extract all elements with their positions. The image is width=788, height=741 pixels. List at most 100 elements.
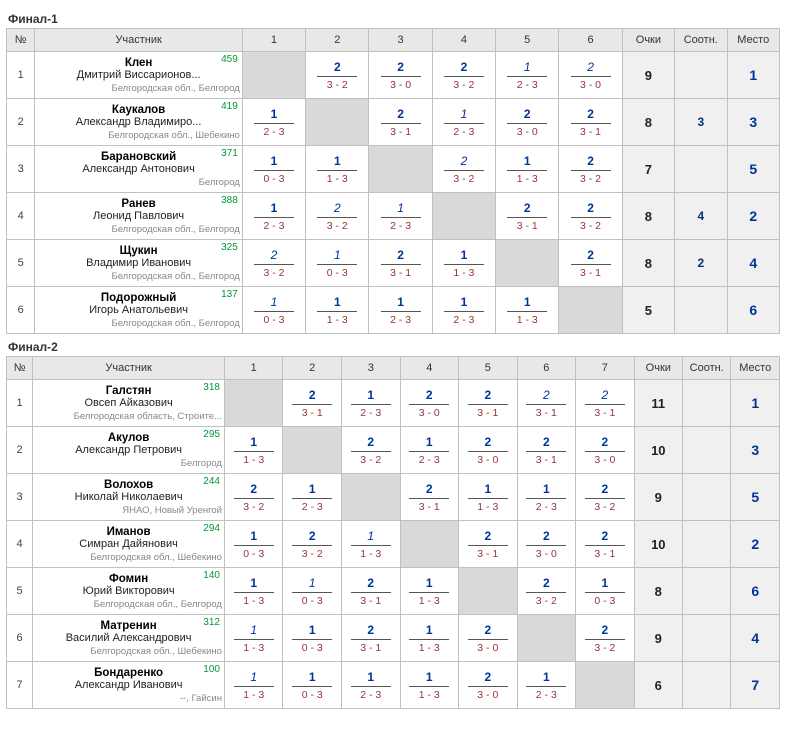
- result-cell: 23 - 1: [576, 521, 635, 568]
- ratio-cell: [683, 474, 731, 521]
- last-name: Щукин: [35, 245, 241, 257]
- result-score: 3 - 2: [342, 452, 400, 466]
- diagonal-cell: [459, 568, 518, 615]
- result-cell: 11 - 3: [342, 521, 401, 568]
- result-cell: 23 - 2: [224, 474, 283, 521]
- result-points: 1: [243, 107, 305, 123]
- diagonal-cell: [559, 287, 622, 334]
- result-points: 2: [518, 529, 576, 545]
- result-score: 3 - 0: [559, 77, 621, 91]
- place-cell: 5: [727, 146, 780, 193]
- result-cell: 11 - 3: [496, 146, 559, 193]
- location: Белгородская обл., Белгород: [35, 83, 241, 94]
- result-score: 1 - 3: [496, 312, 558, 326]
- result-score: 3 - 1: [401, 499, 459, 513]
- col-header-points: Очки: [622, 29, 674, 52]
- result-cell: 10 - 3: [283, 615, 342, 662]
- result-score: 3 - 1: [559, 124, 621, 138]
- table-row: 3244ВолоховНиколай НиколаевичЯНАО, Новый…: [7, 474, 780, 521]
- participant-cell: 318ГалстянОвсеп АйказовичБелгородская об…: [33, 380, 225, 427]
- result-cell: 10 - 3: [283, 568, 342, 615]
- row-number: 1: [7, 380, 33, 427]
- first-name: Дмитрий Виссарионов...: [35, 69, 241, 81]
- result-cell: 23 - 2: [432, 52, 495, 99]
- result-cell: 23 - 1: [459, 380, 518, 427]
- result-score: 3 - 1: [496, 218, 558, 232]
- result-points: 1: [306, 248, 368, 264]
- table-row: 2295АкуловАлександр ПетровичБелгород11 -…: [7, 427, 780, 474]
- diagonal-cell: [496, 240, 559, 287]
- location: Белгородская обл., Белгород: [35, 271, 241, 282]
- place-cell: 4: [731, 615, 780, 662]
- result-cell: 23 - 0: [496, 99, 559, 146]
- participant-cell: 244ВолоховНиколай НиколаевичЯНАО, Новый …: [33, 474, 225, 521]
- result-score: 3 - 0: [459, 687, 517, 701]
- result-points: 1: [576, 576, 634, 592]
- row-number: 3: [7, 146, 35, 193]
- result-points: 1: [459, 482, 517, 498]
- rating: 312: [203, 617, 220, 628]
- result-score: 3 - 1: [576, 405, 634, 419]
- result-points: 2: [559, 154, 621, 170]
- participant-cell: 459КленДмитрий Виссарионов...Белгородска…: [35, 52, 242, 99]
- ratio-cell: [675, 287, 727, 334]
- result-cell: 10 - 3: [242, 146, 305, 193]
- result-score: 3 - 2: [576, 499, 634, 513]
- ratio-cell: [683, 380, 731, 427]
- last-name: Акулов: [33, 432, 224, 444]
- result-points: 1: [496, 60, 558, 76]
- result-cell: 11 - 3: [224, 662, 283, 709]
- participant-cell: 388РаневЛеонид ПавловичБелгородская обл.…: [35, 193, 242, 240]
- result-cell: 11 - 3: [224, 615, 283, 662]
- result-cell: 23 - 2: [517, 568, 576, 615]
- result-points: 2: [369, 107, 431, 123]
- group-title: Финал-1: [8, 12, 782, 26]
- participant-cell: 419КаукаловАлександр Владимиро...Белгоро…: [35, 99, 242, 146]
- result-cell: 23 - 1: [369, 240, 432, 287]
- result-score: 2 - 3: [369, 218, 431, 232]
- result-points: 2: [401, 388, 459, 404]
- result-points: 1: [369, 295, 431, 311]
- result-cell: 10 - 3: [224, 521, 283, 568]
- result-score: 2 - 3: [518, 499, 576, 513]
- location: Белгородская обл., Белгород: [35, 224, 241, 235]
- first-name: Владимир Иванович: [35, 257, 241, 269]
- result-cell: 23 - 1: [342, 615, 401, 662]
- result-score: 1 - 3: [433, 265, 495, 279]
- result-points: 1: [225, 529, 283, 545]
- col-header-participant: Участник: [33, 357, 225, 380]
- participant-cell: 137ПодорожныйИгорь АнатольевичБелгородск…: [35, 287, 242, 334]
- result-points: 2: [306, 201, 368, 217]
- table-row: 4 388РаневЛеонид ПавловичБелгородская обл…: [7, 193, 780, 240]
- ratio-cell: 4: [675, 193, 727, 240]
- result-score: 3 - 0: [576, 452, 634, 466]
- result-points: 2: [576, 482, 634, 498]
- rating: 388: [221, 195, 238, 206]
- first-name: Александр Иванович: [33, 679, 224, 691]
- result-points: 2: [342, 623, 400, 639]
- result-score: 1 - 3: [401, 593, 459, 607]
- first-name: Овсеп Айказович: [33, 397, 224, 409]
- place-cell: 7: [731, 662, 780, 709]
- col-header-opp: 6: [517, 357, 576, 380]
- result-points: 1: [306, 154, 368, 170]
- first-name: Игорь Анатольевич: [35, 304, 241, 316]
- result-cell: 23 - 2: [342, 427, 401, 474]
- last-name: Иманов: [33, 526, 224, 538]
- result-points: 2: [559, 107, 621, 123]
- table-row: 4294ИмановСимран ДайяновичБелгородская о…: [7, 521, 780, 568]
- result-cell: 11 - 3: [496, 287, 559, 334]
- table-row: 1318ГалстянОвсеп АйказовичБелгородская о…: [7, 380, 780, 427]
- result-score: 3 - 2: [243, 265, 305, 279]
- result-score: 3 - 1: [559, 265, 621, 279]
- points-cell: 9: [622, 52, 674, 99]
- result-points: 1: [283, 576, 341, 592]
- last-name: Бондаренко: [33, 667, 224, 679]
- result-score: 0 - 3: [306, 265, 368, 279]
- col-header-opp: 3: [369, 29, 432, 52]
- location: --, Гайсин: [33, 693, 224, 704]
- ratio-cell: [675, 146, 727, 193]
- diagonal-cell: [306, 99, 369, 146]
- result-cell: 23 - 0: [369, 52, 432, 99]
- result-points: 1: [225, 435, 283, 451]
